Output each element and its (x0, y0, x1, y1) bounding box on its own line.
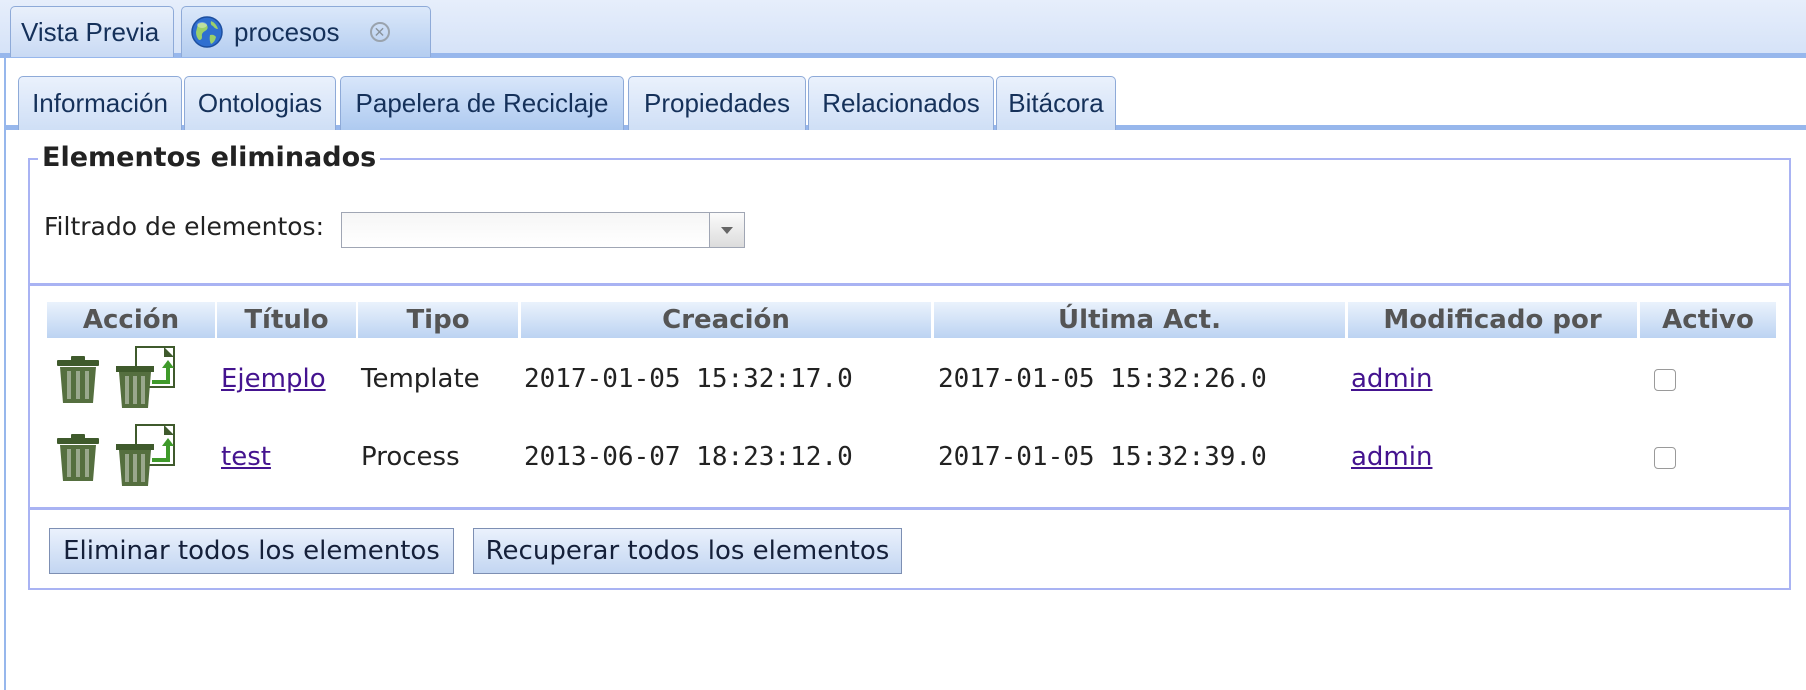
chevron-down-icon[interactable] (709, 213, 744, 247)
active-checkbox[interactable] (1654, 447, 1676, 469)
element-title-link[interactable]: test (221, 442, 271, 472)
last-update-date: 2017-01-05 15:32:39.0 (938, 442, 1267, 472)
delete-trash-icon[interactable] (55, 355, 101, 405)
globe-icon (191, 16, 223, 48)
tab-label: Información (32, 88, 168, 118)
tab-label: Bitácora (1008, 88, 1104, 118)
column-header-titulo: Título (217, 302, 356, 338)
delete-all-button[interactable]: Eliminar todos los elementos (49, 528, 454, 574)
tab-label: Relacionados (822, 88, 980, 118)
creation-date: 2013-06-07 18:23:12.0 (524, 442, 853, 472)
divider (30, 283, 1789, 286)
restore-icon[interactable] (114, 346, 176, 410)
column-header-accion: Acción (47, 302, 215, 338)
modified-by-link[interactable]: admin (1351, 364, 1432, 394)
element-title-link[interactable]: Ejemplo (221, 364, 326, 394)
column-header-ultima-act: Última Act. (934, 302, 1345, 338)
tab-bitacora[interactable]: Bitácora (996, 76, 1116, 130)
creation-date: 2017-01-05 15:32:17.0 (524, 364, 853, 394)
tab-label: Vista Previa (21, 16, 160, 47)
fieldset-legend: Elementos eliminados (38, 142, 381, 173)
column-header-tipo: Tipo (358, 302, 518, 338)
tab-ontologias[interactable]: Ontologias (184, 76, 336, 130)
sub-tab-bar: Información Ontologias Papelera de Recic… (6, 58, 1806, 130)
tab-procesos[interactable]: procesos ✕ (181, 6, 431, 57)
tab-informacion[interactable]: Información (18, 76, 182, 130)
top-tab-strip: Vista Previa procesos ✕ (0, 0, 1806, 58)
tab-papelera-de-reciclaje[interactable]: Papelera de Reciclaje (340, 76, 624, 130)
filter-label: Filtrado de elementos: (44, 212, 324, 241)
divider (30, 507, 1789, 510)
tab-label: procesos (234, 16, 340, 47)
column-header-modificado-por: Modificado por (1348, 302, 1637, 338)
column-header-activo: Activo (1640, 302, 1776, 338)
tab-label: Ontologias (197, 88, 323, 118)
tab-label: Papelera de Reciclaje (355, 88, 609, 118)
tab-vista-previa[interactable]: Vista Previa (10, 6, 174, 57)
element-type: Process (361, 442, 460, 472)
delete-trash-icon[interactable] (55, 433, 101, 483)
tab-relacionados[interactable]: Relacionados (808, 76, 994, 130)
tab-propiedades[interactable]: Propiedades (628, 76, 806, 130)
active-checkbox[interactable] (1654, 369, 1676, 391)
tab-label: Propiedades (644, 88, 790, 118)
column-header-creacion: Creación (521, 302, 931, 338)
last-update-date: 2017-01-05 15:32:26.0 (938, 364, 1267, 394)
filter-select[interactable] (341, 212, 745, 248)
modified-by-link[interactable]: admin (1351, 442, 1432, 472)
element-type: Template (361, 364, 480, 394)
close-tab-icon[interactable]: ✕ (369, 22, 390, 42)
recover-all-button[interactable]: Recuperar todos los elementos (473, 528, 902, 574)
restore-icon[interactable] (114, 424, 176, 488)
